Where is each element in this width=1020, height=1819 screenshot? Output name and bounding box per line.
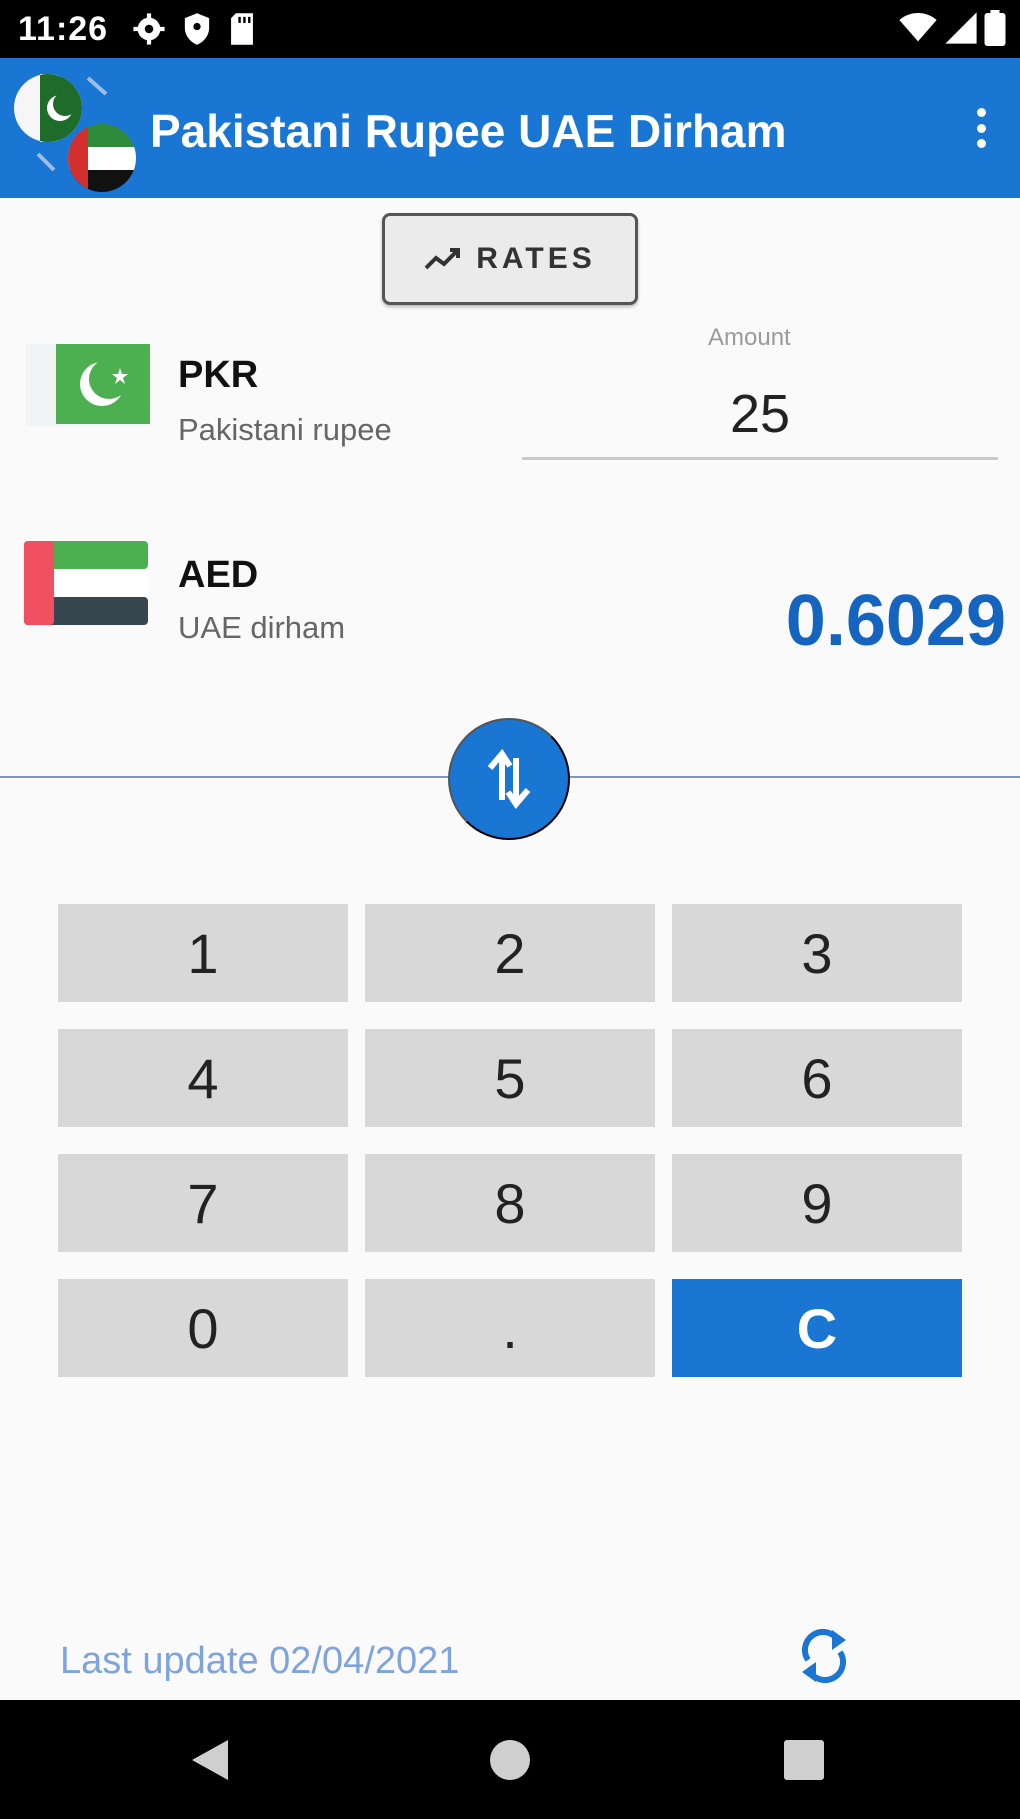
- amount-label: Amount: [708, 324, 791, 351]
- status-bar: 11:26: [0, 0, 1020, 58]
- status-right-icons: [898, 10, 1006, 46]
- uae-flag[interactable]: [24, 541, 148, 625]
- converted-result: 0.6029: [785, 581, 1006, 661]
- key-clear[interactable]: C: [672, 1279, 962, 1377]
- home-icon[interactable]: [490, 1740, 530, 1780]
- status-left-icons: [132, 12, 256, 46]
- swap-arrows-icon: [487, 749, 531, 809]
- key-decimal[interactable]: .: [365, 1279, 655, 1377]
- rates-button-label: RATES: [476, 242, 596, 275]
- overflow-menu-icon[interactable]: [966, 102, 996, 154]
- overflow-dot: [976, 108, 986, 117]
- overflow-dot: [976, 123, 986, 133]
- refresh-icon[interactable]: [794, 1622, 854, 1688]
- sd-card-icon: [231, 13, 253, 45]
- battery-icon: [984, 10, 1006, 46]
- app-bar: Pakistani Rupee UAE Dirham: [0, 58, 1020, 198]
- signal-icon: [945, 12, 977, 44]
- wifi-icon: [899, 13, 937, 42]
- overflow-dot: [976, 139, 986, 148]
- key-3[interactable]: 3: [672, 904, 962, 1002]
- key-5[interactable]: 5: [365, 1029, 655, 1127]
- last-update-text: Last update 02/04/2021: [60, 1640, 460, 1682]
- shield-icon: [184, 13, 210, 45]
- key-2[interactable]: 2: [365, 904, 655, 1002]
- from-currency-name: Pakistani rupee: [178, 412, 392, 447]
- numeric-keypad: 1 2 3 4 5 6 7 8 9 0 . C: [58, 904, 962, 1377]
- settings-icon: [133, 13, 165, 45]
- from-currency-code: PKR: [178, 354, 259, 396]
- key-6[interactable]: 6: [672, 1029, 962, 1127]
- to-currency-name: UAE dirham: [178, 610, 346, 645]
- back-icon[interactable]: [190, 1738, 230, 1782]
- pk-ae-swap-logo: [14, 74, 136, 192]
- rates-button[interactable]: RATES: [382, 213, 638, 305]
- status-time: 11:26: [18, 10, 109, 48]
- key-9[interactable]: 9: [672, 1154, 962, 1252]
- pakistan-flag[interactable]: [56, 344, 150, 424]
- trend-chart-icon: [424, 248, 461, 270]
- key-7[interactable]: 7: [58, 1154, 348, 1252]
- converter-screen: 11:26 Pakistani Rupee UAE Dirham RATES P…: [0, 0, 1020, 1819]
- key-1[interactable]: 1: [58, 904, 348, 1002]
- key-4[interactable]: 4: [58, 1029, 348, 1127]
- amount-input[interactable]: [522, 370, 998, 460]
- swap-currencies-button[interactable]: [448, 718, 570, 840]
- recents-icon[interactable]: [784, 1740, 824, 1780]
- app-title: Pakistani Rupee UAE Dirham: [150, 105, 787, 157]
- key-8[interactable]: 8: [365, 1154, 655, 1252]
- system-nav-bar: [0, 1700, 1020, 1819]
- to-currency-code: AED: [178, 554, 259, 596]
- key-0[interactable]: 0: [58, 1279, 348, 1377]
